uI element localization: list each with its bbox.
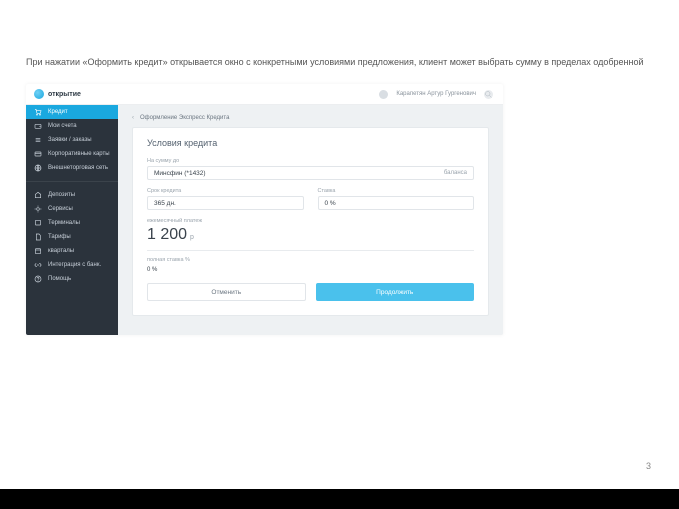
balance-hint: баланса (444, 170, 467, 176)
breadcrumb-title: Оформление Экспресс Кредита (140, 115, 229, 121)
form-title: Условия кредита (147, 138, 474, 148)
sidebar-item-corpcards[interactable]: Корпоративные карты (26, 147, 118, 161)
sidebar-item-label: Заявки / заказы (48, 137, 92, 143)
sidebar-item-services[interactable]: Сервисы (26, 202, 118, 216)
link-icon (34, 261, 42, 269)
globe-icon (34, 164, 42, 172)
user-name: Карапетян Артур Гургенович (396, 91, 476, 97)
field-value: 365 дн. (154, 200, 176, 207)
sidebar-item-label: Помощь (48, 276, 71, 282)
overpay-label: полная ставка % (147, 257, 474, 263)
brand: открытие (26, 89, 81, 99)
sidebar-item-label: Мои счета (48, 123, 77, 129)
sidebar-item-label: Кредит (48, 109, 68, 115)
sidebar-item-label: кварталы (48, 248, 74, 254)
amount-label: ежемесячный платеж (147, 218, 474, 224)
services-icon (34, 205, 42, 213)
sidebar-item-credit[interactable]: Кредит (26, 105, 118, 119)
amount-currency: р (190, 234, 194, 241)
topbar: открытие Карапетян Артур Гургенович (26, 84, 503, 105)
account-select[interactable]: Минсфин (*1432) баланса (147, 166, 474, 180)
field-label-amount-upto: На сумму до (147, 158, 474, 164)
page-number: 3 (646, 461, 651, 471)
submit-button[interactable]: Продолжить (316, 283, 475, 301)
sidebar-item-label: Сервисы (48, 206, 73, 212)
breadcrumb: ‹ Оформление Экспресс Кредита (118, 105, 503, 127)
avatar[interactable] (379, 90, 388, 99)
overpay-value: 0 % (147, 265, 474, 275)
sidebar-item-label: Корпоративные карты (48, 151, 110, 157)
sidebar-item-label: Терминалы (48, 220, 80, 226)
sidebar: Кредит Мои счета Заявки / заказы Корпора… (26, 105, 118, 335)
help-icon (34, 275, 42, 283)
chevron-left-icon[interactable]: ‹ (132, 115, 134, 121)
sidebar-item-terminals[interactable]: Терминалы (26, 216, 118, 230)
sidebar-item-quarters[interactable]: кварталы (26, 244, 118, 258)
doc-icon (34, 233, 42, 241)
field-label-rate: Ставка (318, 188, 475, 194)
brand-logo-icon (34, 89, 44, 99)
rate-input[interactable]: 0 % (318, 196, 475, 210)
cart-icon (34, 108, 42, 116)
sidebar-item-accounts[interactable]: Мои счета (26, 119, 118, 133)
footer-bar (0, 489, 679, 509)
term-input[interactable]: 365 дн. (147, 196, 304, 210)
brand-name: открытие (48, 91, 81, 98)
monthly-amount: 1 200 р (147, 226, 474, 251)
sidebar-item-integration[interactable]: Интеграция с банк. (26, 258, 118, 272)
calendar-icon (34, 247, 42, 255)
sidebar-item-label: Внешнеторговая сеть (48, 165, 108, 171)
card-icon (34, 150, 42, 158)
search-icon[interactable] (484, 90, 493, 99)
list-icon (34, 136, 42, 144)
sidebar-item-label: Тарифы (48, 234, 71, 240)
sidebar-item-deposits[interactable]: Депозиты (26, 188, 118, 202)
terminal-icon (34, 219, 42, 227)
deposit-icon (34, 191, 42, 199)
field-value: 0 % (325, 200, 336, 207)
amount-value: 1 200 (147, 226, 187, 244)
slide-caption: При нажатии «Оформить кредит» открываетс… (26, 56, 653, 69)
sidebar-item-help[interactable]: Помощь (26, 272, 118, 286)
form-panel: Условия кредита На сумму до Минсфин (*14… (132, 127, 489, 316)
sidebar-item-label: Депозиты (48, 192, 75, 198)
sidebar-item-trade[interactable]: Внешнеторговая сеть (26, 161, 118, 175)
sidebar-item-tariffs[interactable]: Тарифы (26, 230, 118, 244)
field-label-term: Срок кредита (147, 188, 304, 194)
cancel-button[interactable]: Отменить (147, 283, 306, 301)
field-value: Минсфин (*1432) (154, 170, 206, 177)
sidebar-item-orders[interactable]: Заявки / заказы (26, 133, 118, 147)
sidebar-item-label: Интеграция с банк. (48, 262, 101, 268)
content: ‹ Оформление Экспресс Кредита Условия кр… (118, 105, 503, 335)
wallet-icon (34, 122, 42, 130)
app-window: открытие Карапетян Артур Гургенович Кред… (26, 84, 503, 335)
